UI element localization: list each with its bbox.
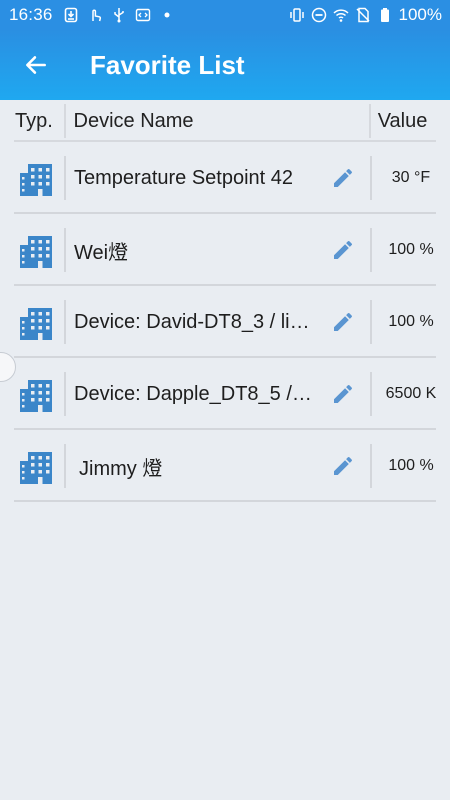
edit-button[interactable] [316,286,370,358]
row-type-cell [0,142,64,214]
status-left: 16:36 [9,5,175,25]
battery-percent: 100% [398,5,442,24]
status-time: 16:36 [9,5,53,24]
back-button[interactable] [6,30,66,100]
page-title: Favorite List [90,49,245,80]
column-header-value: Value [377,109,428,132]
pencil-icon [334,384,352,403]
pencil-icon [334,168,352,187]
edit-button[interactable] [316,358,370,430]
device-value: 30 °F [391,169,431,186]
app-bar: Favorite List [0,30,450,100]
building-icon [20,308,52,340]
building-icon [20,164,52,196]
arrow-left-icon [26,56,46,74]
device-name: Temperature Setpoint 42 [74,166,294,189]
dot-icon [159,7,175,23]
wifi-icon [332,7,349,23]
pencil-icon [334,240,352,259]
no-sim-icon [355,7,371,23]
table-header: Typ. Device Name Value [0,100,450,142]
device-name: Device: Dapple_DT8_5 / … [74,382,316,405]
download-icon [63,7,79,23]
row-type-cell [0,214,64,286]
vibrate-icon [289,7,305,23]
row-type-cell [0,430,64,502]
row-type-cell [0,286,64,358]
device-name: Jimmy 燈 [79,457,163,480]
column-header-type: Typ. [15,109,53,132]
edit-button[interactable] [316,142,370,214]
device-value: 6500 K [385,385,437,402]
status-bar: 16:36 100% [0,0,450,30]
status-right: 100% [289,5,442,25]
favorite-row[interactable]: Jimmy 燈 100 % [0,430,450,502]
device-name: Wei燈 [74,241,129,264]
favorite-row[interactable]: Device: David-DT8_3 / lig… 100 % [0,286,450,358]
favorite-row[interactable]: Temperature Setpoint 42 30 °F [0,142,450,214]
edit-button[interactable] [316,430,370,502]
touch-icon [87,7,103,23]
code-icon [135,7,151,23]
favorite-row[interactable]: Wei燈 100 % [0,214,450,286]
device-value: 100 % [388,241,434,258]
building-icon [20,452,52,484]
edit-button[interactable] [316,214,370,286]
building-icon [20,236,52,268]
pencil-icon [334,312,352,331]
device-name: Device: David-DT8_3 / lig… [74,310,316,333]
column-header-device-name: Device Name [73,109,194,132]
device-value: 100 % [388,313,434,330]
dnd-icon [311,7,327,23]
pencil-icon [334,456,352,475]
favorite-row[interactable]: Device: Dapple_DT8_5 / … 6500 K [0,358,450,430]
building-icon [20,380,52,412]
device-value: 100 % [388,457,434,474]
status-notification-icons [63,7,175,23]
usb-icon [111,7,127,23]
favorite-list: Temperature Setpoint 42 30 °F Wei燈 100 %… [0,142,450,502]
battery-icon [377,7,393,23]
